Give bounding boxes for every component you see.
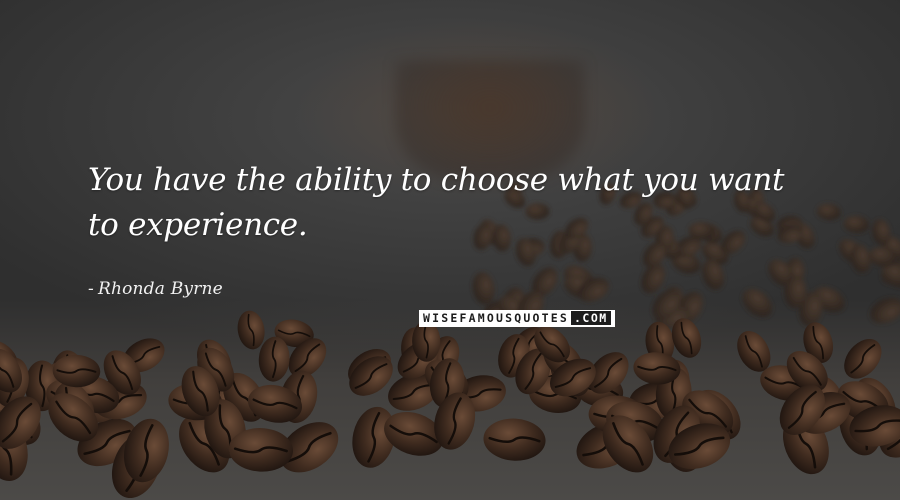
quote-card: You have the ability to choose what you …: [0, 0, 900, 500]
coffee-beans-background: [0, 181, 900, 498]
author-dash: -: [88, 279, 94, 299]
coffee-bean: [844, 338, 882, 379]
watermark-domain-text: .COM: [570, 311, 611, 325]
coffee-bean: [237, 310, 265, 350]
quote-text: You have the ability to choose what you …: [88, 158, 848, 248]
coffee-bean: [870, 297, 900, 324]
watermark-brand-text: WISEFAMOUSQUOTES: [423, 311, 569, 325]
coffee-bean: [472, 272, 495, 305]
quote-line-1: You have the ability to choose what you …: [88, 162, 785, 198]
sharp-beans-group: [0, 310, 900, 498]
quote-author: - Rhonda Byrne: [88, 279, 223, 299]
quote-line-2: to experience.: [88, 207, 308, 243]
coffee-bean: [742, 288, 773, 318]
watermark-logo: WISEFAMOUSQUOTES .COM: [419, 310, 615, 327]
coffee-bean: [483, 418, 546, 461]
author-name: Rhonda Byrne: [97, 279, 223, 299]
